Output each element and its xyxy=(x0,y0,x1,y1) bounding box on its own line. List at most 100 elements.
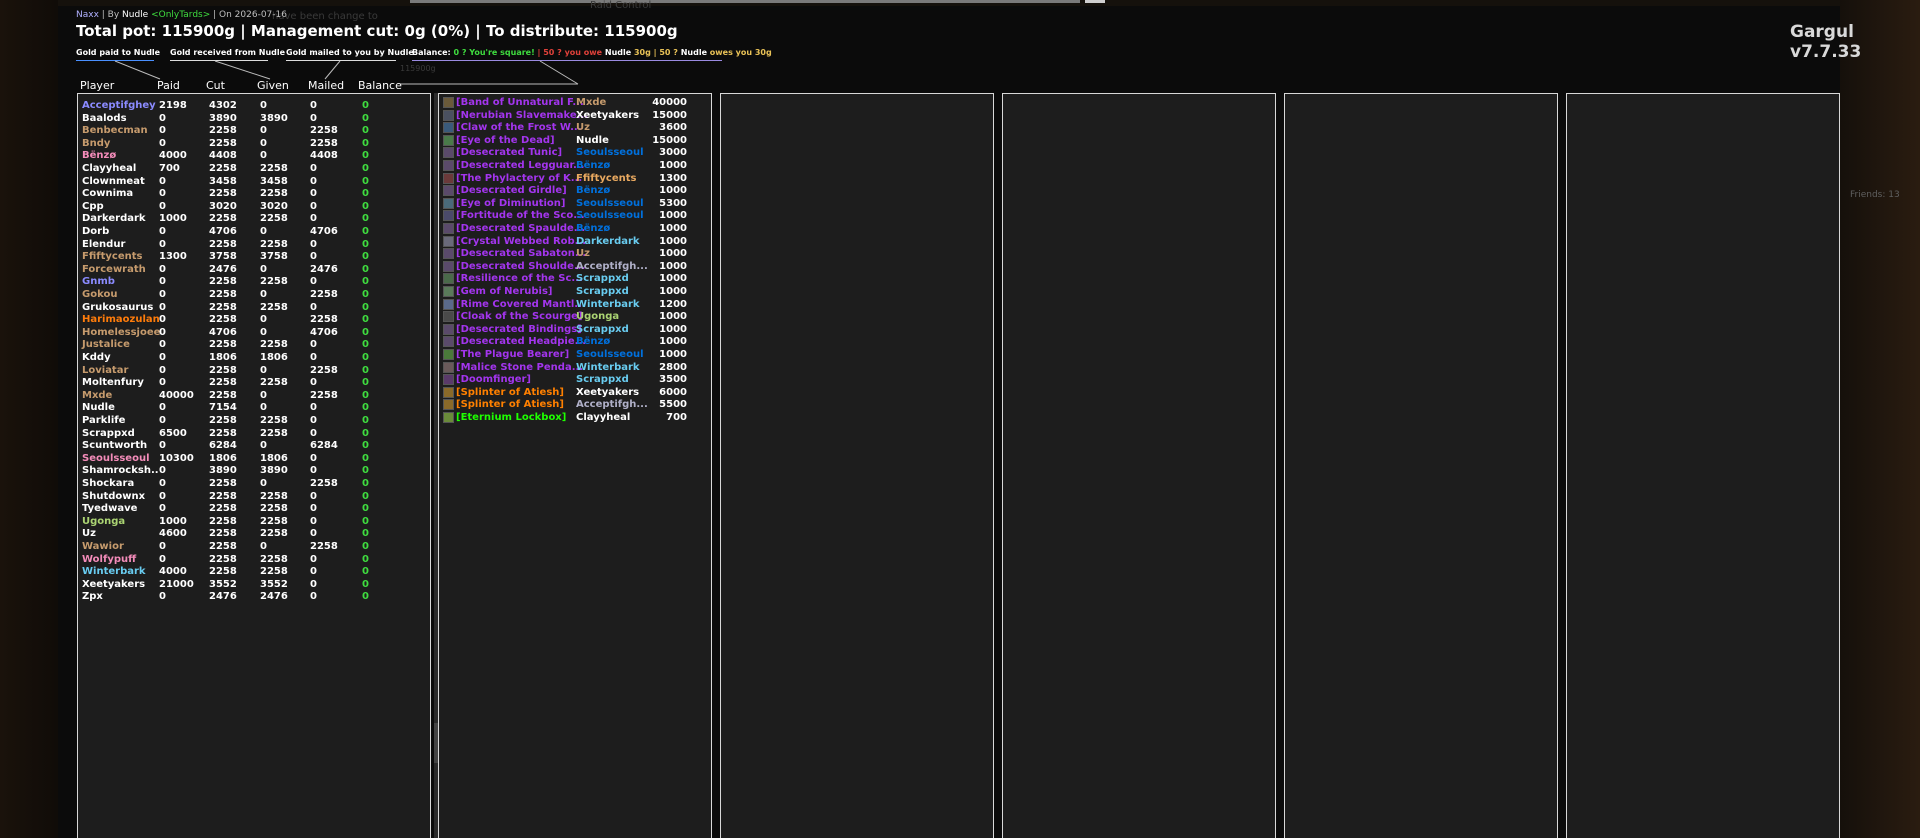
player-row[interactable]: Shutdownx 0 2258 2258 0 0 xyxy=(78,491,426,504)
item-icon[interactable] xyxy=(443,210,454,222)
item-icon[interactable] xyxy=(443,235,454,247)
loot-row[interactable]: [Desecrated Tunic] Seoulsseoul 3000 xyxy=(439,147,709,160)
item-icon[interactable] xyxy=(443,122,454,134)
loot-row[interactable]: [Desecrated Spaulde... Bënzø 1000 xyxy=(439,223,709,236)
loot-row[interactable]: [The Plague Bearer] Seoulsseoul 1000 xyxy=(439,349,709,362)
item-icon[interactable] xyxy=(443,248,454,260)
loot-row[interactable]: [The Phylactery of K... Ffiftycents 1300 xyxy=(439,172,709,186)
item-link[interactable]: [Doomfinger] xyxy=(456,374,531,385)
player-row[interactable]: Kddy 0 1806 1806 0 0 xyxy=(78,352,426,365)
item-icon[interactable] xyxy=(443,386,454,398)
player-row[interactable]: Benbecman 0 2258 0 2258 0 xyxy=(78,125,426,138)
player-row[interactable]: Forcewrath 0 2476 0 2476 0 xyxy=(78,264,426,277)
player-row[interactable]: Bënzø 4000 4408 0 4408 0 xyxy=(78,150,426,163)
player-row[interactable]: Dorb 0 4706 0 4706 0 xyxy=(78,226,426,239)
player-row[interactable]: Grukosaurus 0 2258 2258 0 0 xyxy=(78,302,426,315)
loot-row[interactable]: [Splinter of Atiesh] Xeetyakers 6000 xyxy=(439,386,709,400)
player-row[interactable]: Scuntworth 0 6284 0 6284 0 xyxy=(78,440,426,453)
player-row[interactable]: Moltenfury 0 2258 2258 0 0 xyxy=(78,377,426,390)
player-row[interactable]: Scrappxd 6500 2258 2258 0 0 xyxy=(78,428,426,441)
loot-row[interactable]: [Eye of the Dead] Nudle 15000 xyxy=(439,134,709,148)
item-icon[interactable] xyxy=(443,374,454,386)
item-icon[interactable] xyxy=(443,412,454,423)
item-icon[interactable] xyxy=(443,286,454,297)
item-link[interactable]: [Splinter of Atiesh] xyxy=(456,399,564,410)
player-row[interactable]: Shockara 0 2258 0 2258 0 xyxy=(78,478,426,491)
item-link[interactable]: [Desecrated Sabaton... xyxy=(456,248,586,259)
loot-row[interactable]: [Desecrated Shoulde... Acceptifgh... 1000 xyxy=(439,260,709,274)
item-link[interactable]: [Resilience of the Sc... xyxy=(456,273,583,284)
player-row[interactable]: Ugonga 1000 2258 2258 0 0 xyxy=(78,516,426,529)
item-link[interactable]: [The Plague Bearer] xyxy=(456,349,569,360)
player-row[interactable]: Xeetyakers 21000 3552 3552 0 0 xyxy=(78,579,426,592)
item-link[interactable]: [Rime Covered Mantl... xyxy=(456,299,586,310)
loot-row[interactable]: [Crystal Webbed Rob... Darkerdark 1000 xyxy=(439,235,709,249)
item-icon[interactable] xyxy=(443,311,454,323)
item-icon[interactable] xyxy=(443,109,454,121)
item-icon[interactable] xyxy=(443,223,454,234)
player-row[interactable]: Tyedwave 0 2258 2258 0 0 xyxy=(78,503,426,516)
player-row[interactable]: Parklife 0 2258 2258 0 0 xyxy=(78,415,426,428)
loot-row[interactable]: [Rime Covered Mantl... Winterbark 1200 xyxy=(439,298,709,312)
player-row[interactable]: Gnmb 0 2258 2258 0 0 xyxy=(78,276,426,289)
item-link[interactable]: [Eye of Diminution] xyxy=(456,198,565,209)
item-link[interactable]: [Splinter of Atiesh] xyxy=(456,387,564,398)
loot-row[interactable]: [Splinter of Atiesh] Acceptifgh... 5500 xyxy=(439,399,709,412)
player-row[interactable]: Wolfypuff 0 2258 2258 0 0 xyxy=(78,554,426,567)
item-icon[interactable] xyxy=(443,273,454,285)
item-icon[interactable] xyxy=(443,97,454,108)
item-link[interactable]: [Desecrated Bindings] xyxy=(456,324,582,335)
item-link[interactable]: [Desecrated Shoulde... xyxy=(456,261,585,272)
player-row[interactable]: Homelessjoee 0 4706 0 4706 0 xyxy=(78,327,426,340)
item-icon[interactable] xyxy=(443,298,454,310)
player-row[interactable]: Zpx 0 2476 2476 0 0 xyxy=(78,591,426,604)
player-row[interactable]: Justalice 0 2258 2258 0 0 xyxy=(78,339,426,352)
item-link[interactable]: [Eternium Lockbox] xyxy=(456,412,566,423)
item-icon[interactable] xyxy=(443,185,454,197)
player-row[interactable]: Winterbark 4000 2258 2258 0 0 xyxy=(78,566,426,579)
item-icon[interactable] xyxy=(443,160,454,171)
loot-row[interactable]: [Desecrated Girdle] Bënzø 1000 xyxy=(439,185,709,198)
loot-row[interactable]: [Eye of Diminution] Seoulsseoul 5300 xyxy=(439,197,709,211)
player-row[interactable]: Clayyheal 700 2258 2258 0 0 xyxy=(78,163,426,176)
item-link[interactable]: [Crystal Webbed Rob... xyxy=(456,236,586,247)
loot-row[interactable]: [Doomfinger] Scrappxd 3500 xyxy=(439,374,709,387)
item-link[interactable]: [Gem of Nerubis] xyxy=(456,286,552,297)
player-row[interactable]: Baalods 0 3890 3890 0 0 xyxy=(78,113,426,126)
item-icon[interactable] xyxy=(443,349,454,360)
item-link[interactable]: [The Phylactery of K... xyxy=(456,173,582,184)
player-row[interactable]: Bndy 0 2258 0 2258 0 xyxy=(78,138,426,151)
player-row[interactable]: Shamrocksh.. 0 3890 3890 0 0 xyxy=(78,465,426,478)
item-link[interactable]: [Desecrated Spaulde... xyxy=(456,223,585,234)
player-row[interactable]: Nudle 0 7154 0 0 0 xyxy=(78,402,426,415)
item-icon[interactable] xyxy=(443,361,454,373)
item-link[interactable]: [Band of Unnatural F... xyxy=(456,97,584,108)
item-icon[interactable] xyxy=(443,336,454,348)
item-link[interactable]: [Cloak of the Scourge] xyxy=(456,311,583,322)
player-row[interactable]: Gokou 0 2258 0 2258 0 xyxy=(78,289,426,302)
item-icon[interactable] xyxy=(443,134,454,146)
player-row[interactable]: Ffiftycents 1300 3758 3758 0 0 xyxy=(78,251,426,264)
item-link[interactable]: [Desecrated Girdle] xyxy=(456,185,567,196)
player-row[interactable]: Elendur 0 2258 2258 0 0 xyxy=(78,239,426,252)
loot-row[interactable]: [Desecrated Sabaton... Uz 1000 xyxy=(439,248,709,261)
player-row[interactable]: Seoulsseoul 10300 1806 1806 0 0 xyxy=(78,453,426,466)
player-row[interactable]: Cownima 0 2258 2258 0 0 xyxy=(78,188,426,201)
player-row[interactable]: Wawior 0 2258 0 2258 0 xyxy=(78,541,426,554)
player-row[interactable]: Darkerdark 1000 2258 2258 0 0 xyxy=(78,213,426,226)
item-link[interactable]: [Nerubian Slavemake... xyxy=(456,110,588,121)
item-link[interactable]: [Fortitude of the Sco... xyxy=(456,210,585,221)
player-row[interactable]: Loviatar 0 2258 0 2258 0 xyxy=(78,365,426,378)
item-icon[interactable] xyxy=(443,399,454,411)
item-link[interactable]: [Desecrated Legguar... xyxy=(456,160,584,171)
loot-row[interactable]: [Resilience of the Sc... Scrappxd 1000 xyxy=(439,273,709,286)
loot-row[interactable]: [Band of Unnatural F... Mxde 40000 xyxy=(439,97,709,110)
player-row[interactable]: Mxde 40000 2258 0 2258 0 xyxy=(78,390,426,403)
loot-row[interactable]: [Gem of Nerubis] Scrappxd 1000 xyxy=(439,286,709,299)
loot-row[interactable]: [Eternium Lockbox] Clayyheal 700 xyxy=(439,412,709,425)
loot-row[interactable]: [Desecrated Legguar... Bënzø 1000 xyxy=(439,160,709,173)
player-row[interactable]: Clownmeat 0 3458 3458 0 0 xyxy=(78,176,426,189)
item-icon[interactable] xyxy=(443,323,454,335)
item-link[interactable]: [Eye of the Dead] xyxy=(456,135,555,146)
item-link[interactable]: [Claw of the Frost W... xyxy=(456,122,582,133)
